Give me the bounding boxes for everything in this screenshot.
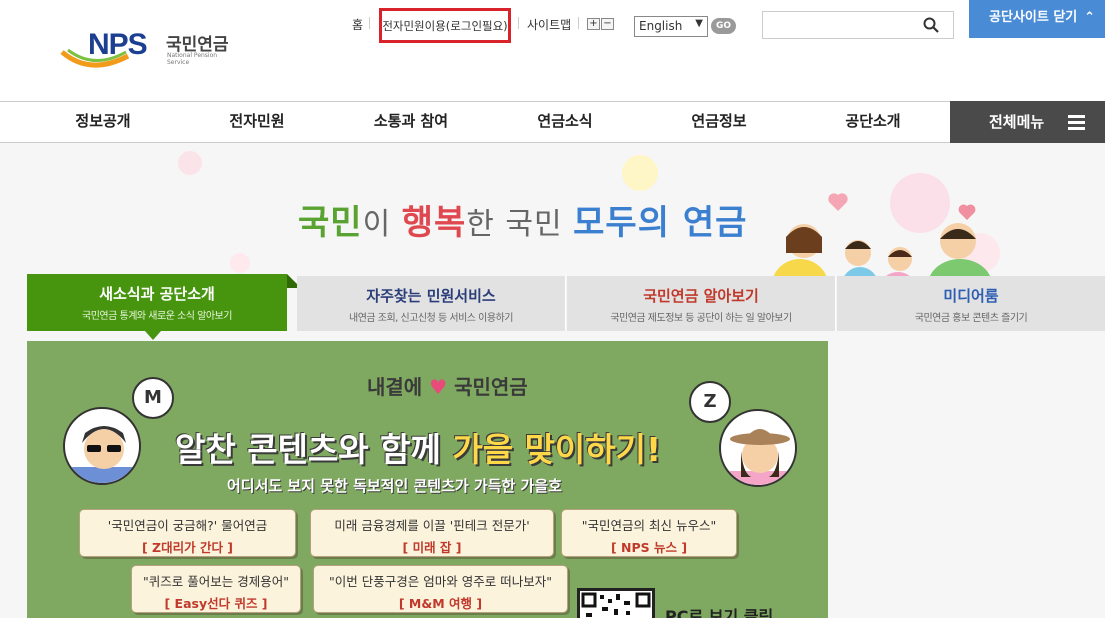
- tab-title: 미디어룸: [943, 287, 999, 305]
- pc-view-label[interactable]: PC로 보기 클릭: [665, 603, 773, 618]
- search-input[interactable]: [762, 11, 954, 39]
- nps-logo[interactable]: NPS 국민연금 National Pension Service: [60, 28, 240, 76]
- tab-subtitle: 국민연금 제도정보 등 공단이 하는 일 알아보기: [610, 313, 792, 324]
- content-card[interactable]: "퀴즈로 풀어보는 경제용어" [ Easy선다 퀴즈 ]: [131, 565, 301, 613]
- text-zoom-controls: + −: [587, 18, 614, 30]
- main-nav: 정보공개 전자민원 소통과 참여 연금소식 연금정보 공단소개 전체메뉴: [0, 101, 1105, 144]
- nav-item-about[interactable]: 공단소개: [812, 102, 934, 142]
- qr-code[interactable]: [577, 588, 655, 618]
- tab-title: 자주찾는 민원서비스: [366, 287, 496, 305]
- active-tab-pointer: [145, 331, 161, 340]
- hero-slogan: 국민이 행복한 국민 모두의 연금: [298, 195, 747, 244]
- nav-item-pension-info[interactable]: 연금정보: [658, 102, 780, 142]
- language-select-value: English: [639, 19, 683, 33]
- heart-icon: ♥: [429, 375, 448, 399]
- slogan-part: 한 국민: [466, 207, 574, 242]
- card-tag: [ Z대리가 간다 ]: [141, 540, 234, 555]
- hamburger-icon: [1068, 115, 1085, 130]
- banner-title-part: 알찬 콘텐츠와 함께: [175, 430, 453, 469]
- tab-learn-pension[interactable]: 국민연금 알아보기 국민연금 제도정보 등 공단이 하는 일 알아보기: [567, 276, 836, 331]
- bubble-z: Z: [689, 381, 731, 423]
- e-civil-login-link[interactable]: 전자민원이용(로그인필요): [379, 8, 511, 43]
- banner-head-right: 국민연금: [454, 375, 528, 399]
- card-tag: [ 미래 잡 ]: [402, 540, 462, 555]
- card-question: "국민연금의 최신 뉴우스": [581, 518, 717, 533]
- banner-head: 내곁에 ♥ 국민연금: [367, 371, 528, 400]
- banner-subtitle: 어디서도 보지 못한 독보적인 콘텐츠가 가득한 가을호: [227, 477, 562, 495]
- woman-avatar-icon: [721, 429, 795, 485]
- all-menu-label: 전체메뉴: [989, 113, 1045, 131]
- tab-subtitle: 국민연금 통계와 새로운 소식 알아보기: [82, 311, 232, 322]
- banner-head-left: 내곁에: [367, 375, 423, 399]
- banner-title: 알찬 콘텐츠와 함께 가을 맞이하기!: [175, 423, 661, 471]
- slogan-part: 모두의: [573, 203, 670, 243]
- content-card[interactable]: '국민연금이 궁금해?' 물어연금 [ Z대리가 간다 ]: [79, 509, 296, 557]
- tab-frequent-services[interactable]: 자주찾는 민원서비스 내연금 조회, 신고신청 등 서비스 이용하기: [297, 276, 566, 331]
- tab-subtitle: 내연금 조회, 신고신청 등 서비스 이용하기: [349, 313, 513, 324]
- slogan-part: 행복: [401, 203, 467, 243]
- slogan-part: 연금: [669, 203, 748, 243]
- zoom-out-button[interactable]: −: [601, 18, 614, 30]
- bubble-m: M: [132, 377, 174, 419]
- card-question: 미래 금융경제를 이끌 '핀테크 전문가': [334, 518, 530, 533]
- nav-item-pension-news[interactable]: 연금소식: [504, 102, 626, 142]
- avatar-m: [63, 407, 141, 485]
- card-question: "퀴즈로 풀어보는 경제용어": [143, 574, 289, 589]
- tab-media-room[interactable]: 미디어룸 국민연금 홍보 콘텐츠 즐기기: [837, 276, 1105, 331]
- language-go-button[interactable]: GO: [711, 18, 736, 34]
- zoom-in-button[interactable]: +: [587, 18, 600, 30]
- logo-brand: NPS: [88, 28, 148, 61]
- nav-item-e-civil[interactable]: 전자민원: [196, 102, 318, 142]
- language-select[interactable]: English ▼: [634, 16, 708, 37]
- logo-english-name: National Pension Service: [167, 52, 218, 66]
- close-site-label: 공단사이트 닫기: [989, 10, 1078, 25]
- man-avatar-icon: [65, 426, 139, 483]
- close-site-button[interactable]: 공단사이트 닫기 ⌃: [969, 0, 1105, 38]
- divider: [518, 17, 519, 29]
- nps-homepage: NPS 국민연금 National Pension Service 홈 전자민원…: [0, 0, 1105, 618]
- nav-item-communication[interactable]: 소통과 참여: [350, 102, 472, 142]
- avatar-z: [719, 409, 797, 487]
- promo-banner[interactable]: 내곁에 ♥ 국민연금 알찬 콘텐츠와 함께 가을 맞이하기! 어디서도 보지 못…: [27, 341, 828, 618]
- content-card[interactable]: "이번 단풍구경은 엄마와 영주로 떠나보자" [ M&M 여행 ]: [313, 565, 568, 613]
- slogan-part: 이: [362, 207, 402, 242]
- divider: [369, 17, 370, 29]
- all-menu-button[interactable]: 전체메뉴: [950, 101, 1105, 144]
- card-question: '국민연금이 궁금해?' 물어연금: [107, 518, 268, 533]
- tab-news-and-about[interactable]: 새소식과 공단소개 국민연금 통계와 새로운 소식 알아보기: [27, 274, 287, 331]
- content-card[interactable]: "국민연금의 최신 뉴우스" [ NPS 뉴스 ]: [561, 509, 737, 557]
- tab-title: 국민연금 알아보기: [643, 287, 759, 305]
- home-link[interactable]: 홈: [352, 16, 363, 33]
- divider: [578, 17, 579, 29]
- site-header: NPS 국민연금 National Pension Service 홈 전자민원…: [0, 0, 1105, 101]
- chevron-down-icon: ▼: [695, 18, 703, 29]
- tab-title: 새소식과 공단소개: [99, 285, 215, 303]
- slogan-part: 국민: [298, 203, 363, 243]
- search-icon[interactable]: [923, 17, 939, 33]
- qr-code-icon: [581, 592, 651, 617]
- banner-title-highlight: 가을 맞이하기!: [452, 430, 662, 469]
- content-card[interactable]: 미래 금융경제를 이끌 '핀테크 전문가' [ 미래 잡 ]: [310, 509, 554, 557]
- chevron-up-icon: ⌃: [1084, 10, 1095, 25]
- sitemap-link[interactable]: 사이트맵: [527, 16, 571, 33]
- hero-section: 국민이 행복한 국민 모두의 연금 새소식과 공단소개 국민연금 통계와 새로운…: [0, 143, 1105, 618]
- tab-subtitle: 국민연금 홍보 콘텐츠 즐기기: [914, 313, 1028, 324]
- card-question: "이번 단풍구경은 엄마와 영주로 떠나보자": [329, 574, 552, 589]
- card-tag: [ Easy선다 퀴즈 ]: [164, 596, 268, 611]
- nav-item-info-disclosure[interactable]: 정보공개: [42, 102, 164, 142]
- card-tag: [ NPS 뉴스 ]: [610, 540, 688, 555]
- card-tag: [ M&M 여행 ]: [398, 596, 483, 611]
